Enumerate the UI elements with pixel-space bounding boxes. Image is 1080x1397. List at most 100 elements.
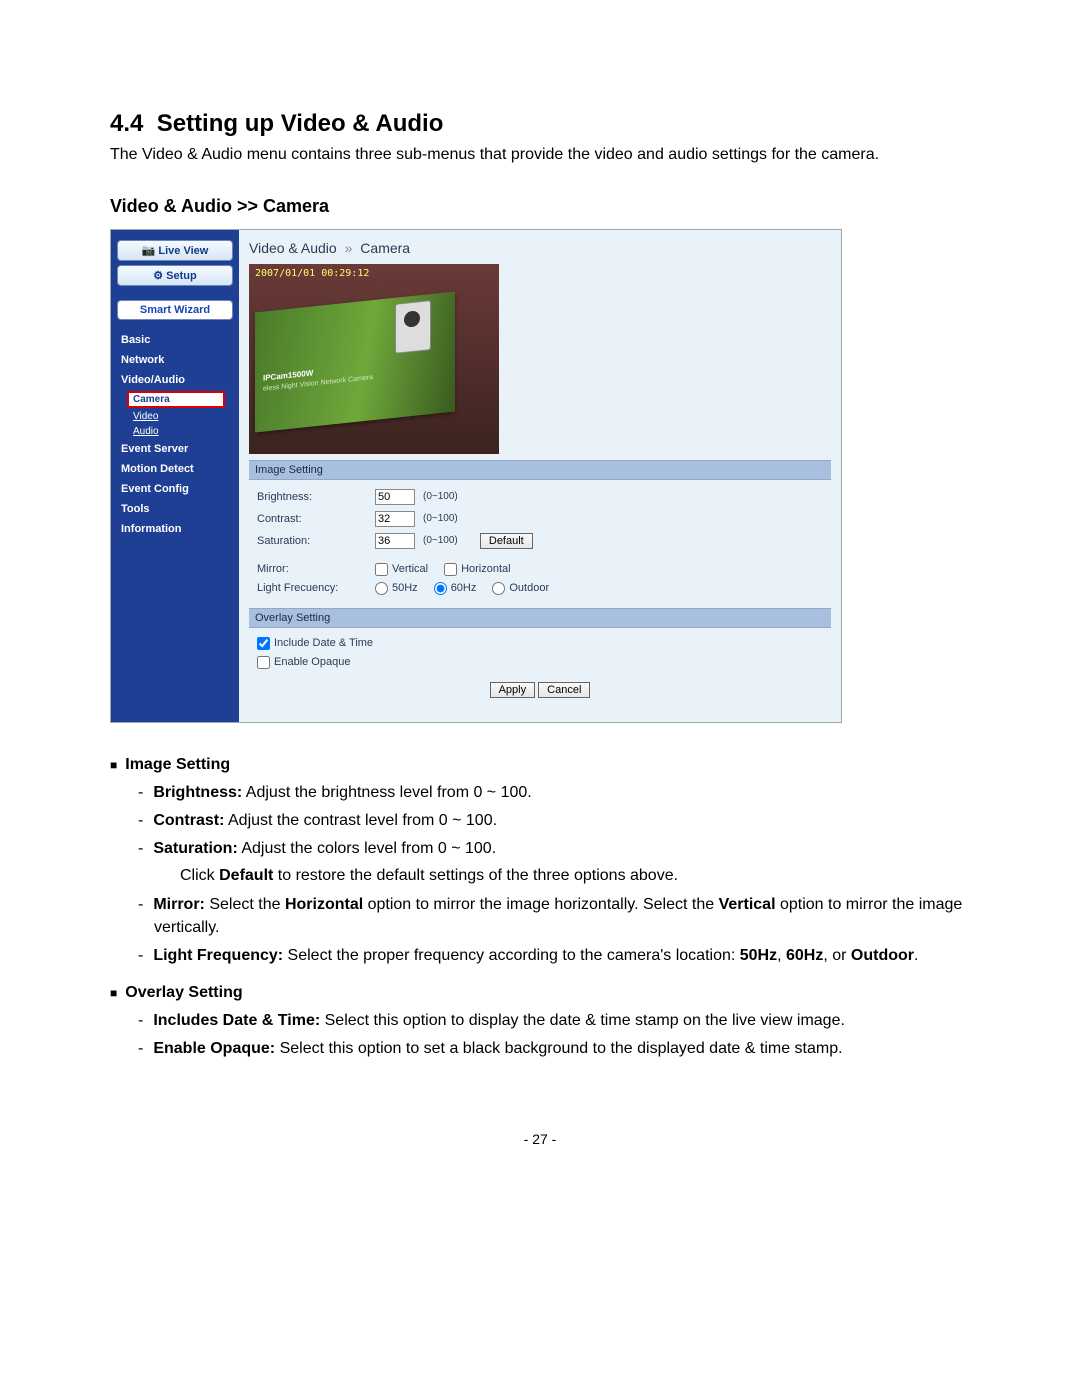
brightness-input[interactable] — [375, 489, 415, 505]
sidebar-sub-audio[interactable]: Audio — [115, 424, 235, 439]
cancel-button[interactable]: Cancel — [538, 682, 590, 698]
setup-button[interactable]: ⚙ Setup — [117, 265, 233, 286]
sidebar-item-basic[interactable]: Basic — [115, 330, 235, 350]
section-title-text: Setting up Video & Audio — [157, 110, 444, 137]
contrast-hint: (0~100) — [423, 513, 458, 524]
desc-default-line: Click Default to restore the default set… — [180, 864, 970, 887]
desc-overlay-setting-head-text: Overlay Setting — [125, 984, 242, 1001]
light-frequency-label: Light Frecuency: — [257, 582, 367, 594]
saturation-input[interactable] — [375, 533, 415, 549]
desc-mirror: Mirror: Select the Horizontal option to … — [154, 893, 970, 939]
desc-contrast-b: Contrast: — [153, 812, 224, 829]
section-intro: The Video & Audio menu contains three su… — [110, 144, 970, 166]
light-outdoor-label: Outdoor — [509, 582, 549, 594]
include-datetime-label: Include Date & Time — [274, 637, 373, 649]
sidebar-item-event-server[interactable]: Event Server — [115, 439, 235, 459]
desc-include-dt: Includes Date & Time: Select this option… — [154, 1009, 970, 1032]
saturation-hint: (0~100) — [423, 535, 458, 546]
image-setting-panel: Brightness: (0~100) Contrast: (0~100) Sa… — [249, 480, 831, 608]
mirror-vertical-checkbox[interactable] — [375, 563, 388, 576]
image-setting-header: Image Setting — [249, 460, 831, 480]
light-60hz-option[interactable]: 60Hz — [434, 582, 477, 595]
overlay-setting-header: Overlay Setting — [249, 608, 831, 628]
desc-saturation-b: Saturation: — [153, 840, 237, 857]
desc-mirror-b: Mirror: — [153, 896, 205, 913]
desc-brightness-t: Adjust the brightness level from 0 ~ 100… — [242, 784, 532, 801]
preview-timestamp: 2007/01/01 00:29:12 — [255, 268, 369, 279]
desc-light-ob: Outdoor — [851, 947, 914, 964]
sidebar: 📷 Live View ⚙ Setup Smart Wizard Basic N… — [111, 230, 239, 722]
camera-preview: 2007/01/01 00:29:12 IPCam1500W eless Nig… — [249, 264, 499, 454]
mirror-label: Mirror: — [257, 563, 367, 575]
desc-saturation: Saturation: Adjust the colors level from… — [154, 837, 970, 887]
enable-opaque-option[interactable]: Enable Opaque — [257, 656, 350, 669]
desc-overlay-setting-head: Overlay Setting Includes Date & Time: Se… — [128, 981, 970, 1061]
mirror-horizontal-checkbox[interactable] — [444, 563, 457, 576]
desc-light-t1: Select the proper frequency according to… — [283, 947, 740, 964]
breadcrumb-a: Video & Audio — [249, 240, 337, 256]
section-number: 4.4 — [110, 110, 143, 137]
desc-brightness: Brightness: Adjust the brightness level … — [154, 781, 970, 804]
desc-default-post: to restore the default settings of the t… — [273, 867, 678, 884]
light-60hz-label: 60Hz — [451, 582, 477, 594]
include-datetime-option[interactable]: Include Date & Time — [257, 637, 373, 650]
sidebar-item-video-audio[interactable]: Video/Audio — [115, 370, 235, 390]
desc-light-60b: 60Hz — [786, 947, 823, 964]
smart-wizard-button[interactable]: Smart Wizard — [117, 300, 233, 320]
sidebar-item-network[interactable]: Network — [115, 350, 235, 370]
light-50hz-radio[interactable] — [375, 582, 388, 595]
desc-light-50b: 50Hz — [740, 947, 777, 964]
desc-light-b: Light Frequency: — [153, 947, 283, 964]
sidebar-item-information[interactable]: Information — [115, 519, 235, 539]
desc-opq-b: Enable Opaque: — [153, 1040, 275, 1057]
sidebar-item-event-config[interactable]: Event Config — [115, 479, 235, 499]
desc-light-dot: . — [914, 947, 918, 964]
desc-default-pre: Click — [180, 867, 219, 884]
mirror-vertical-label: Vertical — [392, 563, 428, 575]
sidebar-sub-camera[interactable]: Camera — [127, 391, 225, 408]
light-50hz-label: 50Hz — [392, 582, 418, 594]
desc-image-setting-head-text: Image Setting — [125, 756, 230, 773]
light-outdoor-radio[interactable] — [492, 582, 505, 595]
desc-brightness-b: Brightness: — [153, 784, 242, 801]
mirror-vertical-option[interactable]: Vertical — [375, 563, 428, 576]
breadcrumb-b: Camera — [360, 240, 410, 256]
desc-light: Light Frequency: Select the proper frequ… — [154, 944, 970, 967]
subsection-title: Video & Audio >> Camera — [110, 196, 970, 217]
desc-inc-t: Select this option to display the date &… — [320, 1012, 845, 1029]
section-title: 4.4 Setting up Video & Audio — [110, 110, 970, 138]
desc-contrast: Contrast: Adjust the contrast level from… — [154, 809, 970, 832]
desc-enable-opaque: Enable Opaque: Select this option to set… — [154, 1037, 970, 1060]
default-button[interactable]: Default — [480, 533, 533, 549]
desc-light-c1: , — [777, 947, 786, 964]
sidebar-item-tools[interactable]: Tools — [115, 499, 235, 519]
mirror-horizontal-option[interactable]: Horizontal — [444, 563, 511, 576]
desc-light-c2: , or — [823, 947, 851, 964]
contrast-input[interactable] — [375, 511, 415, 527]
enable-opaque-checkbox[interactable] — [257, 656, 270, 669]
light-50hz-option[interactable]: 50Hz — [375, 582, 418, 595]
breadcrumb-sep: » — [345, 240, 353, 256]
desc-default-b: Default — [219, 867, 273, 884]
desc-mirror-t1: Select the — [205, 896, 285, 913]
apply-button[interactable]: Apply — [490, 682, 536, 698]
sidebar-sub-video[interactable]: Video — [115, 409, 235, 424]
contrast-label: Contrast: — [257, 513, 367, 525]
breadcrumb: Video & Audio » Camera — [249, 238, 831, 264]
live-view-button[interactable]: 📷 Live View — [117, 240, 233, 261]
light-60hz-radio[interactable] — [434, 582, 447, 595]
sidebar-item-motion-detect[interactable]: Motion Detect — [115, 459, 235, 479]
light-outdoor-option[interactable]: Outdoor — [492, 582, 549, 595]
mirror-horizontal-label: Horizontal — [461, 563, 511, 575]
desc-mirror-hb: Horizontal — [285, 896, 363, 913]
enable-opaque-label: Enable Opaque — [274, 656, 350, 668]
brightness-label: Brightness: — [257, 491, 367, 503]
include-datetime-checkbox[interactable] — [257, 637, 270, 650]
desc-image-setting-head: Image Setting Brightness: Adjust the bri… — [128, 753, 970, 968]
page-number: - 27 - — [110, 1131, 970, 1147]
desc-contrast-t: Adjust the contrast level from 0 ~ 100. — [224, 812, 497, 829]
camera-icon — [395, 300, 431, 354]
desc-mirror-t2: option to mirror the image horizontally.… — [363, 896, 718, 913]
setup-label: Setup — [166, 270, 197, 282]
content-area: Video & Audio » Camera 2007/01/01 00:29:… — [239, 230, 841, 722]
